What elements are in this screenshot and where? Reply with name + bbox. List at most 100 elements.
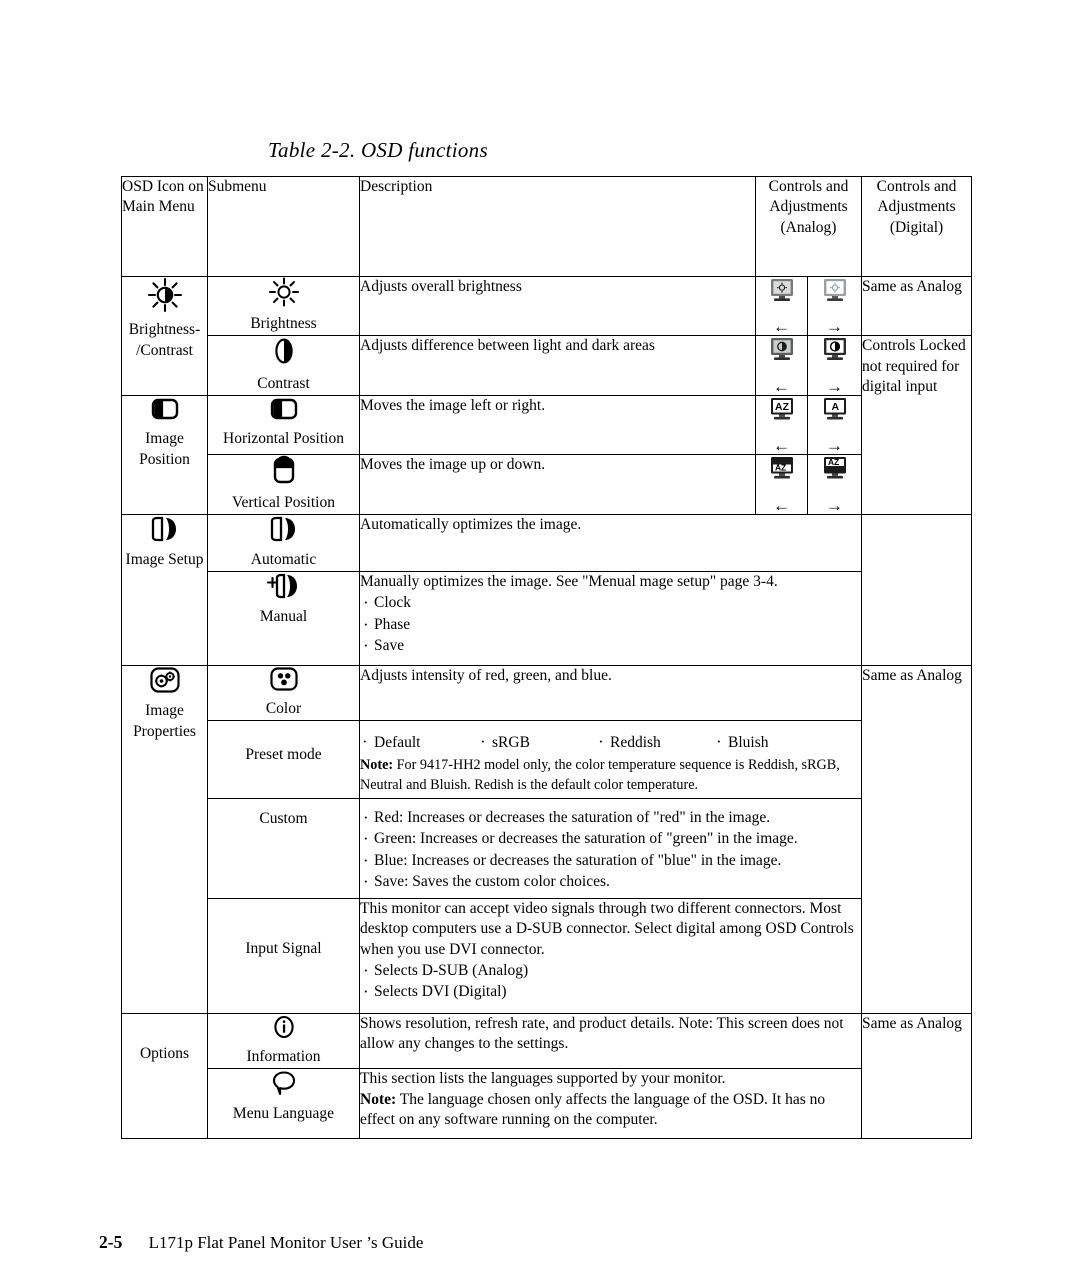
table-row-input-signal: Input Signal This monitor can accept vid… bbox=[122, 897, 972, 1014]
list-item: Selects D-SUB (Analog) bbox=[360, 960, 861, 983]
digital-image-properties: Same as Analog bbox=[861, 664, 972, 1014]
svg-text:AZ: AZ bbox=[828, 458, 839, 468]
control-analog-brightness-decrease[interactable]: ← bbox=[755, 275, 808, 337]
preset-options-row: Default sRGB Reddish Bluish bbox=[360, 731, 861, 754]
group-label-image-setup: Image Setup bbox=[125, 551, 204, 569]
description-brightness: Adjusts overall brightness bbox=[359, 275, 756, 337]
submenu-manual: Manual bbox=[207, 570, 360, 666]
table-row-menu-language: Menu Language This section lists the lan… bbox=[122, 1067, 972, 1139]
preset-option[interactable]: Default bbox=[360, 731, 478, 754]
submenu-automatic: Automatic bbox=[207, 513, 360, 572]
menu-language-icon bbox=[270, 1069, 298, 1097]
list-item: Green: Increases or decreases the satura… bbox=[360, 828, 861, 851]
monitor-az-bottom-icon: AZ bbox=[769, 455, 795, 481]
monitor-contrast-high-icon bbox=[822, 336, 848, 362]
header-description: Description bbox=[359, 176, 756, 277]
preset-option[interactable]: sRGB bbox=[478, 731, 596, 754]
brightness-contrast-icon bbox=[145, 277, 185, 313]
list-item: Clock bbox=[360, 592, 861, 615]
group-brightness-contrast: Brightness- /Contrast bbox=[121, 276, 208, 396]
list-item: Selects DVI (Digital) bbox=[360, 981, 861, 1004]
preset-option[interactable]: Bluish bbox=[714, 731, 832, 754]
table-row-horizontal-position: Image Position Horizontal Position Moves… bbox=[121, 394, 972, 515]
arrow-left-icon: ← bbox=[773, 317, 790, 337]
manual-bullet-list: Clock Phase Save bbox=[360, 592, 861, 658]
arrow-right-icon: → bbox=[826, 376, 843, 396]
control-analog-hpos-left[interactable]: AZ ← bbox=[755, 394, 808, 456]
description-color: Adjusts intensity of red, green, and blu… bbox=[359, 664, 862, 721]
header-submenu: Submenu bbox=[207, 176, 360, 277]
header-controls-digital: Controls and Adjustments (Digital) bbox=[861, 176, 972, 277]
description-information: Shows resolution, refresh rate, and prod… bbox=[359, 1012, 862, 1069]
submenu-vertical-position: Vertical Position bbox=[207, 454, 360, 515]
control-analog-vpos-down[interactable]: AZ ← bbox=[755, 454, 808, 515]
input-signal-text: This monitor can accept video signals th… bbox=[360, 899, 854, 958]
description-preset-mode: Default sRGB Reddish Bluish Note: For 94… bbox=[359, 719, 862, 799]
table-caption: Table 2-2. OSD functions bbox=[268, 138, 488, 162]
description-vertical-position: Moves the image up or down. bbox=[359, 454, 756, 515]
menu-language-text: This section lists the languages support… bbox=[360, 1069, 726, 1087]
submenu-label-menu-language: Menu Language bbox=[232, 1104, 335, 1122]
group-image-position: Image Position bbox=[121, 394, 208, 515]
control-analog-vpos-up[interactable]: AZ → bbox=[807, 454, 862, 515]
description-contrast: Adjusts difference between light and dar… bbox=[359, 335, 756, 396]
submenu-label-automatic: Automatic bbox=[250, 551, 317, 569]
custom-bullet-list: Red: Increases or decreases the saturati… bbox=[360, 807, 861, 894]
group-label-image-properties: Image Properties bbox=[133, 702, 196, 740]
control-analog-contrast-increase[interactable]: → bbox=[807, 335, 862, 396]
manual-description-text: Manually optimizes the image. See "Menua… bbox=[360, 572, 778, 590]
sun-icon bbox=[267, 277, 301, 307]
vertical-position-icon bbox=[271, 455, 297, 485]
table-row-vertical-position: Vertical Position Moves the image up or … bbox=[122, 454, 972, 515]
menu-language-note: Note: The language chosen only affects t… bbox=[360, 1090, 861, 1131]
table-row-information: Options Information Shows resolution, re… bbox=[121, 1012, 972, 1139]
control-analog-contrast-decrease[interactable]: ← bbox=[755, 335, 808, 396]
image-position-icon bbox=[150, 396, 180, 422]
monitor-contrast-low-icon bbox=[769, 336, 795, 362]
arrow-left-icon: ← bbox=[773, 436, 790, 456]
list-item: Red: Increases or decreases the saturati… bbox=[360, 807, 861, 830]
group-image-setup: Image Setup bbox=[121, 513, 208, 666]
group-label-options: Options bbox=[139, 1044, 190, 1062]
table-row-automatic: Image Setup Automatic Automatically opti… bbox=[121, 513, 972, 666]
description-automatic: Automatically optimizes the image. bbox=[359, 513, 862, 572]
description-manual: Manually optimizes the image. See "Menua… bbox=[359, 570, 862, 666]
monitor-a-right-icon: A bbox=[822, 396, 848, 422]
submenu-label-preset-mode: Preset mode bbox=[245, 745, 322, 763]
monitor-az-top-icon: AZ bbox=[822, 455, 848, 481]
list-item: Save bbox=[360, 635, 861, 658]
information-icon bbox=[271, 1014, 297, 1040]
group-options: Options bbox=[121, 1012, 208, 1139]
header-controls-analog: Controls and Adjustments (Analog) bbox=[755, 176, 862, 277]
submenu-label-horizontal-position: Horizontal Position bbox=[223, 430, 344, 448]
control-analog-hpos-right[interactable]: A → bbox=[807, 394, 862, 456]
preset-option[interactable]: Reddish bbox=[596, 731, 714, 754]
submenu-label-information: Information bbox=[246, 1048, 321, 1066]
arrow-left-icon: ← bbox=[773, 495, 790, 515]
note-text: The language chosen only affects the lan… bbox=[360, 1090, 826, 1129]
automatic-icon bbox=[268, 515, 300, 543]
color-icon bbox=[269, 666, 299, 692]
submenu-label-color: Color bbox=[265, 700, 302, 718]
input-signal-bullet-list: Selects D-SUB (Analog) Selects DVI (Digi… bbox=[360, 960, 861, 1004]
header-osd-icon: OSD Icon on Main Menu bbox=[121, 176, 208, 277]
submenu-label-contrast: Contrast bbox=[257, 374, 310, 392]
submenu-label-manual: Manual bbox=[259, 608, 308, 626]
image-setup-icon bbox=[149, 515, 181, 543]
digital-locked-note: Controls Locked not required for digital… bbox=[861, 335, 972, 515]
group-image-properties: Image Properties bbox=[121, 664, 208, 1014]
submenu-brightness: Brightness bbox=[207, 275, 360, 337]
submenu-label-custom: Custom bbox=[259, 809, 308, 827]
table-row-color: Image Properties Color Adjusts intensity… bbox=[121, 664, 972, 1014]
submenu-label-vertical-position: Vertical Position bbox=[232, 493, 335, 511]
document-page: Table 2-2. OSD functions OSD Icon on Mai… bbox=[0, 0, 1080, 1284]
arrow-left-icon: ← bbox=[773, 376, 790, 396]
note-text: For 9417-HH2 model only, the color tempe… bbox=[360, 757, 840, 793]
control-analog-brightness-increase[interactable]: → bbox=[807, 275, 862, 337]
description-custom: Red: Increases or decreases the saturati… bbox=[359, 797, 862, 899]
submenu-color: Color bbox=[207, 664, 360, 721]
group-label-image-position: Image Position bbox=[139, 430, 190, 468]
monitor-az-left-icon: AZ bbox=[769, 396, 795, 422]
document-title: L171p Flat Panel Monitor User ’s Guide bbox=[148, 1233, 424, 1252]
note-label: Note: bbox=[360, 757, 394, 774]
